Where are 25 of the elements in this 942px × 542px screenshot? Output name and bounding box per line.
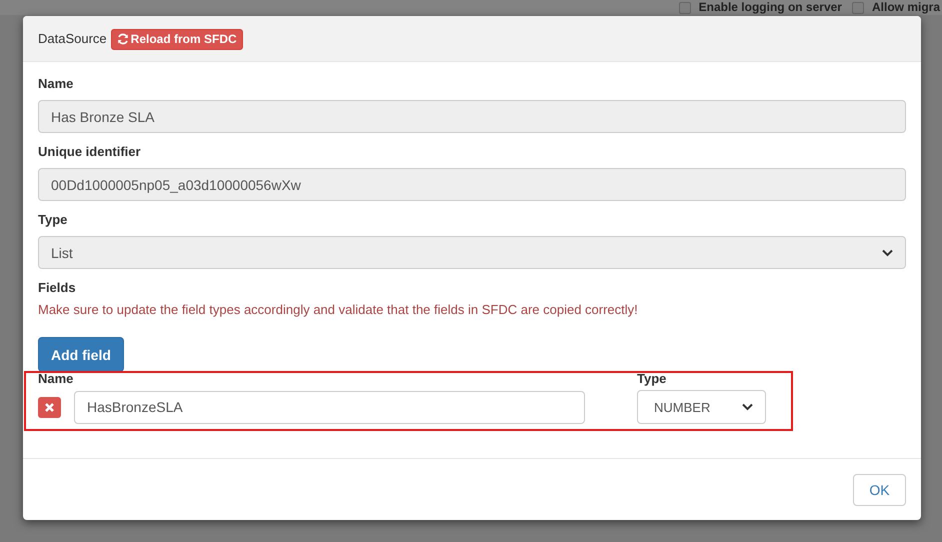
column-header: Type — [637, 372, 666, 385]
delete-button[interactable] — [38, 396, 61, 418]
refresh-icon — [116, 32, 129, 44]
option-label: Allow migra — [872, 1, 940, 14]
chevron-down-icon — [742, 403, 753, 411]
option-label: Enable logging on server — [698, 1, 842, 14]
reload-button[interactable]: Reload from SFDC — [110, 28, 243, 50]
type-select[interactable]: List — [38, 236, 906, 269]
input-field[interactable]: Has Bronze SLA — [38, 100, 906, 133]
warning-text: Make sure to update the field types accordingly and validate that the fields in SFDC are copied correctly! — [38, 302, 639, 317]
ok-button[interactable]: OK — [853, 474, 906, 506]
dialog-title: DataSource — [38, 31, 107, 46]
field-label: Type — [38, 212, 68, 227]
add-field-button[interactable]: Add field — [38, 337, 124, 372]
input-field[interactable]: HasBronzeSLA — [74, 390, 585, 424]
column-header: Name — [38, 372, 74, 385]
type-select[interactable]: NUMBER — [637, 390, 766, 424]
close-icon — [44, 402, 55, 412]
checkbox[interactable] — [678, 2, 691, 14]
fields-label: Fields — [38, 280, 77, 295]
chevron-down-icon — [882, 248, 893, 256]
field-label: Name — [38, 76, 74, 91]
checkbox[interactable] — [852, 2, 864, 14]
input-field[interactable]: 00Dd1000005np05_a03d10000056wXw — [38, 168, 906, 201]
field-label: Unique identifier — [38, 144, 142, 159]
